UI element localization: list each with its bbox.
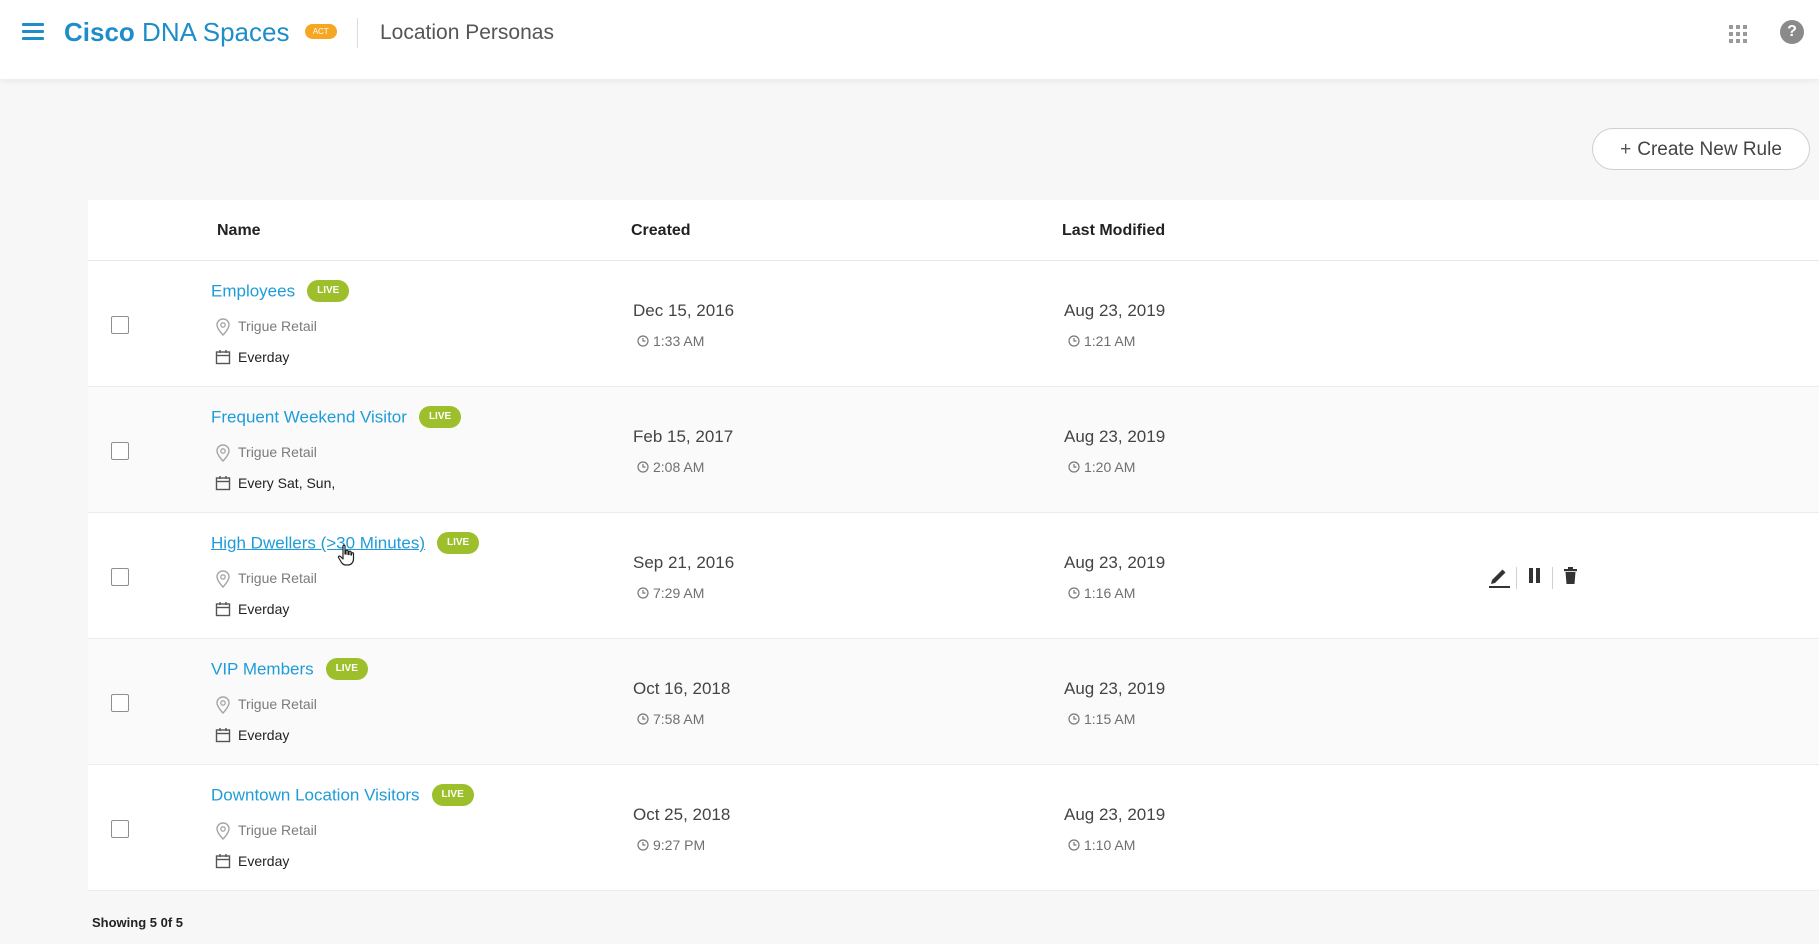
edit-pencil-icon[interactable] — [1486, 563, 1514, 591]
map-pin-icon — [216, 570, 230, 588]
table-row[interactable]: Employees LIVE Trigue Retail Everday Dec … — [88, 261, 1819, 387]
calendar-icon — [215, 854, 231, 869]
help-icon[interactable]: ? — [1780, 20, 1804, 44]
row-schedule: Everday — [215, 601, 289, 617]
persona-name[interactable]: High Dwellers (>30 Minutes) — [211, 533, 425, 552]
modified-date: Aug 23, 2019 — [1064, 679, 1166, 698]
calendar-icon — [215, 728, 231, 743]
persona-name-link[interactable]: VIP Members LIVE — [211, 658, 368, 681]
clock-icon — [1068, 461, 1080, 473]
row-checkbox[interactable] — [111, 442, 129, 460]
modified-time: 1:20 AM — [1068, 459, 1135, 475]
row-location: Trigue Retail — [215, 444, 317, 462]
brand-badge: ACT — [304, 23, 337, 39]
persona-name[interactable]: VIP Members — [211, 659, 314, 678]
clock-icon — [637, 461, 649, 473]
modified-date: Aug 23, 2019 — [1064, 301, 1166, 320]
clock-icon — [637, 713, 649, 725]
row-checkbox[interactable] — [111, 820, 129, 838]
table-header: Name Created Last Modified — [88, 200, 1819, 261]
schedule-text: Every Sat, Sun, — [238, 475, 336, 491]
live-badge: LIVE — [431, 784, 474, 806]
table-row[interactable]: VIP Members LIVE Trigue Retail Everday Oc… — [88, 639, 1819, 765]
modified-time: 1:15 AM — [1068, 711, 1135, 727]
created-time: 7:29 AM — [637, 585, 704, 601]
table-row[interactable]: Frequent Weekend Visitor LIVE Trigue Reta… — [88, 387, 1819, 513]
hand-cursor-icon — [337, 544, 355, 566]
create-new-rule-label: Create New Rule — [1637, 139, 1782, 160]
persona-name-link[interactable]: Downtown Location Visitors LIVE — [211, 784, 474, 807]
row-checkbox[interactable] — [111, 316, 129, 334]
row-checkbox[interactable] — [111, 568, 129, 586]
row-location: Trigue Retail — [215, 318, 317, 336]
row-checkbox[interactable] — [111, 694, 129, 712]
clock-icon — [1068, 713, 1080, 725]
column-header-name[interactable]: Name — [217, 222, 261, 240]
modified-time: 1:10 AM — [1068, 837, 1135, 853]
clock-icon — [637, 335, 649, 347]
trash-icon[interactable] — [1560, 563, 1588, 591]
modified-time: 1:21 AM — [1068, 333, 1135, 349]
row-schedule: Everday — [215, 853, 289, 869]
brand-product: DNA Spaces — [142, 17, 290, 47]
top-bar: Cisco DNA Spaces ACT Location Personas ? — [0, 0, 1819, 79]
table-row[interactable]: High Dwellers (>30 Minutes) LIVE Trigue R… — [88, 513, 1819, 639]
persona-name-link[interactable]: Employees LIVE — [211, 280, 350, 303]
persona-name[interactable]: Downtown Location Visitors — [211, 785, 420, 804]
created-date: Feb 15, 2017 — [633, 427, 734, 446]
live-badge: LIVE — [418, 406, 462, 428]
calendar-icon — [215, 602, 231, 617]
live-badge: LIVE — [325, 658, 368, 680]
action-divider — [1516, 567, 1517, 589]
created-time: 9:27 PM — [637, 837, 705, 853]
modified-date: Aug 23, 2019 — [1064, 805, 1166, 824]
header-divider — [357, 18, 358, 48]
clock-icon — [1068, 587, 1080, 599]
created-time: 2:08 AM — [637, 459, 704, 475]
live-badge: LIVE — [307, 280, 350, 302]
live-badge: LIVE — [437, 532, 480, 554]
table-row[interactable]: Downtown Location Visitors LIVE Trigue Re… — [88, 765, 1819, 891]
row-location: Trigue Retail — [215, 570, 317, 588]
created-date: Dec 15, 2016 — [633, 301, 735, 320]
clock-icon — [637, 587, 649, 599]
calendar-icon — [215, 350, 231, 365]
row-schedule: Everday — [215, 349, 289, 365]
row-schedule: Everday — [215, 727, 289, 743]
map-pin-icon — [216, 444, 230, 462]
created-time: 1:33 AM — [637, 333, 704, 349]
brand-logo[interactable]: Cisco DNA Spaces ACT — [64, 16, 337, 48]
hamburger-menu-icon[interactable] — [22, 23, 44, 41]
modified-date: Aug 23, 2019 — [1064, 553, 1166, 572]
plus-icon: + — [1620, 139, 1632, 160]
map-pin-icon — [216, 822, 230, 840]
row-schedule: Every Sat, Sun, — [215, 475, 335, 491]
row-location: Trigue Retail — [215, 822, 317, 840]
persona-name-link[interactable]: Frequent Weekend Visitor LIVE — [211, 406, 462, 429]
column-header-last-modified[interactable]: Last Modified — [1062, 222, 1165, 240]
map-pin-icon — [216, 318, 230, 336]
pagination-summary: Showing 5 0f 5 — [92, 915, 184, 930]
persona-name[interactable]: Employees — [211, 281, 295, 300]
row-location: Trigue Retail — [215, 696, 317, 714]
page-title: Location Personas — [380, 21, 554, 44]
clock-icon — [1068, 839, 1080, 851]
apps-grid-icon[interactable] — [1729, 25, 1747, 43]
created-date: Oct 16, 2018 — [633, 679, 731, 698]
created-time: 7:58 AM — [637, 711, 704, 727]
brand-cisco: Cisco — [64, 17, 135, 47]
modified-date: Aug 23, 2019 — [1064, 427, 1166, 446]
pause-icon[interactable] — [1524, 563, 1552, 591]
action-divider — [1552, 567, 1553, 589]
column-header-created[interactable]: Created — [631, 222, 691, 240]
map-pin-icon — [216, 696, 230, 714]
calendar-icon — [215, 476, 231, 491]
created-date: Oct 25, 2018 — [633, 805, 731, 824]
clock-icon — [637, 839, 649, 851]
persona-name[interactable]: Frequent Weekend Visitor — [211, 407, 407, 426]
created-date: Sep 21, 2016 — [633, 553, 735, 572]
create-new-rule-button[interactable]: + Create New Rule — [1592, 128, 1810, 170]
clock-icon — [1068, 335, 1080, 347]
modified-time: 1:16 AM — [1068, 585, 1135, 601]
